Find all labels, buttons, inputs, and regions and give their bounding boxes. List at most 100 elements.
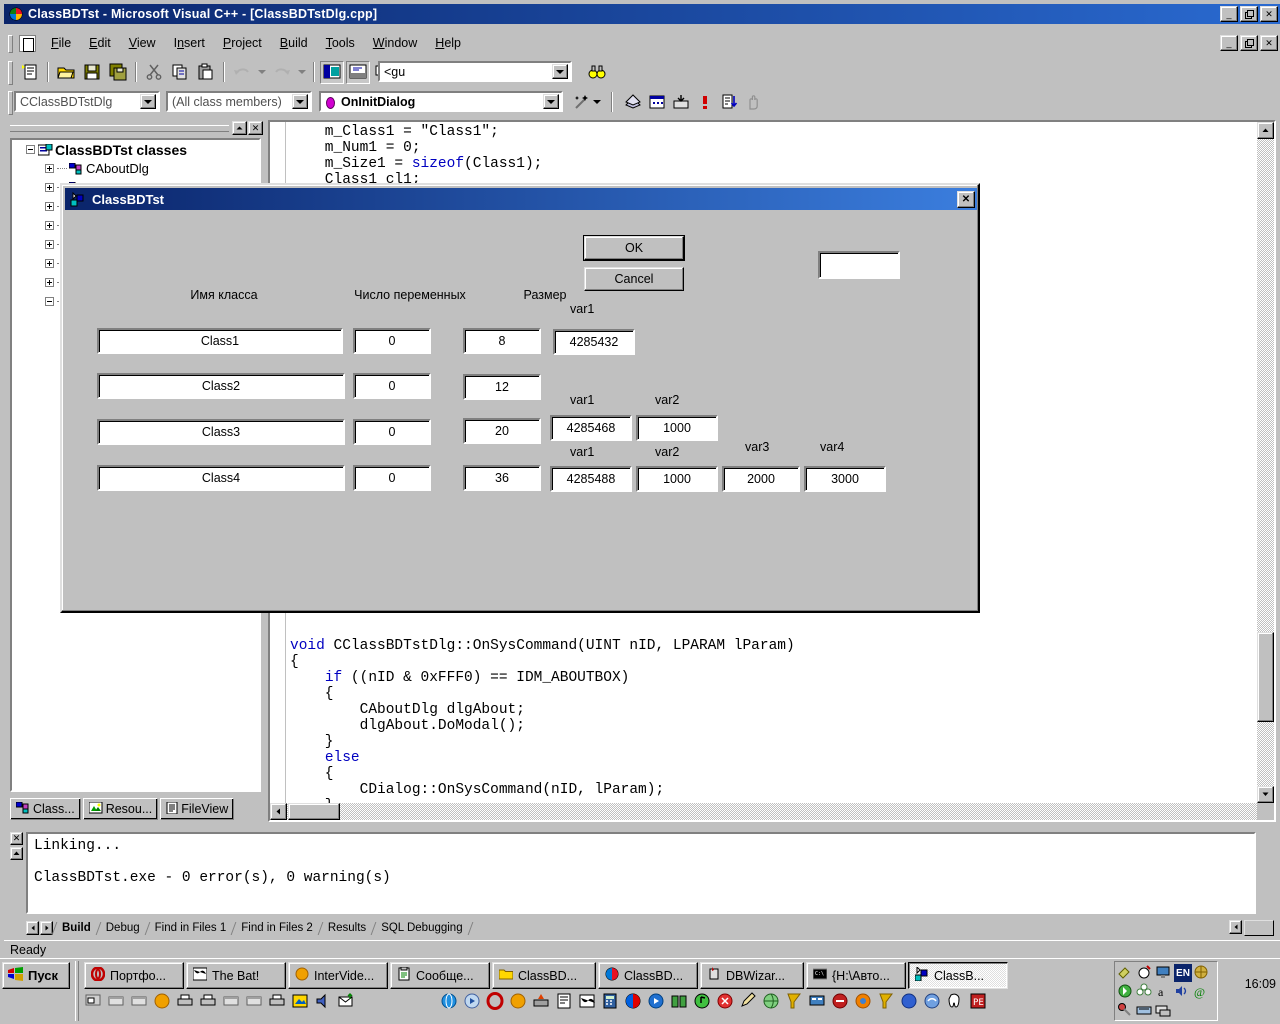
find-binoculars-icon[interactable] bbox=[585, 60, 609, 83]
output-tab-build[interactable]: Build bbox=[55, 920, 98, 936]
scroll-down-button[interactable] bbox=[1257, 786, 1274, 803]
size-field-row1[interactable]: 8 bbox=[463, 328, 541, 354]
monitor-icon[interactable] bbox=[1155, 964, 1173, 982]
clear-bookmarks-icon[interactable] bbox=[669, 90, 693, 113]
power-icon[interactable] bbox=[1117, 983, 1135, 1001]
menu-help[interactable]: Help bbox=[426, 33, 470, 53]
show-desktop-icon[interactable] bbox=[84, 992, 104, 1012]
browser-icon[interactable] bbox=[440, 992, 460, 1012]
dialog-close-button[interactable]: ✕ bbox=[957, 191, 975, 208]
dropdown-arrow-icon[interactable] bbox=[591, 90, 603, 113]
calculator-icon[interactable] bbox=[601, 992, 621, 1012]
blue-icon[interactable] bbox=[900, 992, 920, 1012]
display-icon[interactable] bbox=[1155, 1002, 1173, 1020]
volume-icon[interactable] bbox=[1174, 983, 1192, 1001]
scanner-icon[interactable] bbox=[1136, 1002, 1154, 1020]
maximize-button[interactable] bbox=[1240, 6, 1258, 22]
var-field-row3-var2[interactable]: 1000 bbox=[636, 415, 718, 441]
members-combo[interactable]: (All class members) bbox=[166, 91, 312, 112]
scroll-thumb[interactable] bbox=[288, 803, 340, 820]
scroll-left-button[interactable] bbox=[270, 803, 287, 820]
menu-edit[interactable]: Edit bbox=[80, 33, 120, 53]
tree-row[interactable]: CAboutDlg bbox=[12, 159, 259, 178]
scroll-up-button[interactable] bbox=[1257, 122, 1274, 139]
close-panel-icon[interactable]: ✕ bbox=[248, 121, 263, 135]
output-tab-find-in-files-2[interactable]: Find in Files 2 bbox=[234, 920, 320, 936]
var-field-row4-var2[interactable]: 1000 bbox=[636, 466, 718, 492]
player-icon[interactable] bbox=[647, 992, 667, 1012]
var-field-row3-var1[interactable]: 4285468 bbox=[550, 415, 632, 441]
menu-tools[interactable]: Tools bbox=[317, 33, 364, 53]
book-icon[interactable] bbox=[670, 992, 690, 1012]
tree-row[interactable]: ClassBDTst classes bbox=[12, 140, 259, 159]
num-vars-field-row2[interactable]: 0 bbox=[353, 373, 431, 399]
globe-icon[interactable] bbox=[762, 992, 782, 1012]
taskbar-button-classbd-folder[interactable]: ClassBD... bbox=[492, 962, 596, 989]
messenger-icon[interactable] bbox=[923, 992, 943, 1012]
class-name-field-row4[interactable]: Class4 bbox=[97, 465, 345, 491]
shell-icon[interactable] bbox=[1193, 964, 1211, 982]
output-scroll-up-icon[interactable] bbox=[10, 847, 23, 860]
paste-icon[interactable] bbox=[194, 61, 218, 84]
num-vars-field-row4[interactable]: 0 bbox=[353, 465, 431, 491]
minimize-button[interactable]: _ bbox=[1220, 6, 1238, 22]
menu-project[interactable]: Project bbox=[214, 33, 271, 53]
network-icon[interactable] bbox=[808, 992, 828, 1012]
printer-icon[interactable] bbox=[268, 992, 288, 1012]
taskbar-button-console[interactable]: C:\ {H:\Авто... bbox=[806, 962, 906, 989]
tab-classview[interactable]: Class... bbox=[10, 798, 81, 820]
taskbar-button-thebat[interactable]: The Bat! bbox=[186, 962, 286, 989]
tab-fileview[interactable]: FileView bbox=[160, 798, 234, 820]
tab-resourceview[interactable]: Resou... bbox=[83, 798, 159, 820]
window-icon[interactable] bbox=[245, 992, 265, 1012]
window-icon[interactable] bbox=[130, 992, 150, 1012]
tree-expander-plus-icon[interactable] bbox=[45, 183, 54, 192]
taskbar-button-classbdtst-active[interactable]: ClassB... bbox=[908, 962, 1008, 989]
start-button[interactable]: Пуск bbox=[2, 962, 70, 989]
toolbar-grip[interactable] bbox=[7, 91, 14, 113]
chevron-down-icon[interactable] bbox=[552, 64, 568, 79]
workspace-icon[interactable] bbox=[320, 61, 344, 84]
burner-icon[interactable] bbox=[532, 992, 552, 1012]
paint-icon[interactable] bbox=[624, 992, 644, 1012]
yandex-icon[interactable] bbox=[785, 992, 805, 1012]
save-icon[interactable] bbox=[80, 61, 104, 84]
accessibility-icon[interactable]: a bbox=[1155, 983, 1173, 1001]
size-field-row2[interactable]: 12 bbox=[463, 374, 541, 400]
var-field-row4-var1[interactable]: 4285488 bbox=[550, 466, 632, 492]
cut-icon[interactable] bbox=[142, 61, 166, 84]
mdi-close-button[interactable]: ✕ bbox=[1260, 35, 1278, 51]
menu-view[interactable]: View bbox=[120, 33, 165, 53]
output-tab-debug[interactable]: Debug bbox=[99, 920, 147, 936]
output-icon[interactable] bbox=[346, 61, 370, 84]
size-field-row4[interactable]: 36 bbox=[463, 465, 541, 491]
tree-expander-plus-icon[interactable] bbox=[45, 164, 54, 173]
class-name-field-row2[interactable]: Class2 bbox=[97, 373, 345, 399]
window-icon[interactable] bbox=[107, 992, 127, 1012]
tree-expander-plus-icon[interactable] bbox=[45, 221, 54, 230]
language-icon[interactable]: EN bbox=[1174, 964, 1192, 982]
alarm-icon[interactable] bbox=[1136, 964, 1154, 982]
notepad-icon[interactable] bbox=[555, 992, 575, 1012]
menu-build[interactable]: Build bbox=[271, 33, 317, 53]
opera-icon[interactable] bbox=[486, 992, 506, 1012]
var-field-row4-var3[interactable]: 2000 bbox=[722, 466, 800, 492]
method-combo[interactable]: OnInitDialog bbox=[319, 91, 563, 112]
close-button[interactable]: ✕ bbox=[1260, 6, 1278, 22]
tabs-scroll-left-icon[interactable] bbox=[26, 921, 39, 935]
key-icon[interactable] bbox=[1117, 1002, 1135, 1020]
tree-expander-minus-icon[interactable] bbox=[26, 145, 35, 154]
insert-bookmark-icon[interactable] bbox=[645, 90, 669, 113]
bookmark-icon[interactable] bbox=[621, 90, 645, 113]
minimize-panel-icon[interactable] bbox=[232, 121, 247, 135]
tree-expander-plus-icon[interactable] bbox=[45, 259, 54, 268]
player-icon[interactable] bbox=[463, 992, 483, 1012]
music-icon[interactable] bbox=[693, 992, 713, 1012]
output-scroll-track[interactable] bbox=[1244, 920, 1274, 936]
at-icon[interactable]: @ bbox=[1193, 983, 1211, 1001]
editor-icon[interactable]: PE bbox=[969, 992, 989, 1012]
copy-icon[interactable] bbox=[168, 61, 192, 84]
num-vars-field-row3[interactable]: 0 bbox=[353, 419, 431, 445]
find-combo[interactable]: <gu bbox=[378, 61, 572, 82]
editor-horizontal-scrollbar[interactable] bbox=[270, 803, 1257, 820]
